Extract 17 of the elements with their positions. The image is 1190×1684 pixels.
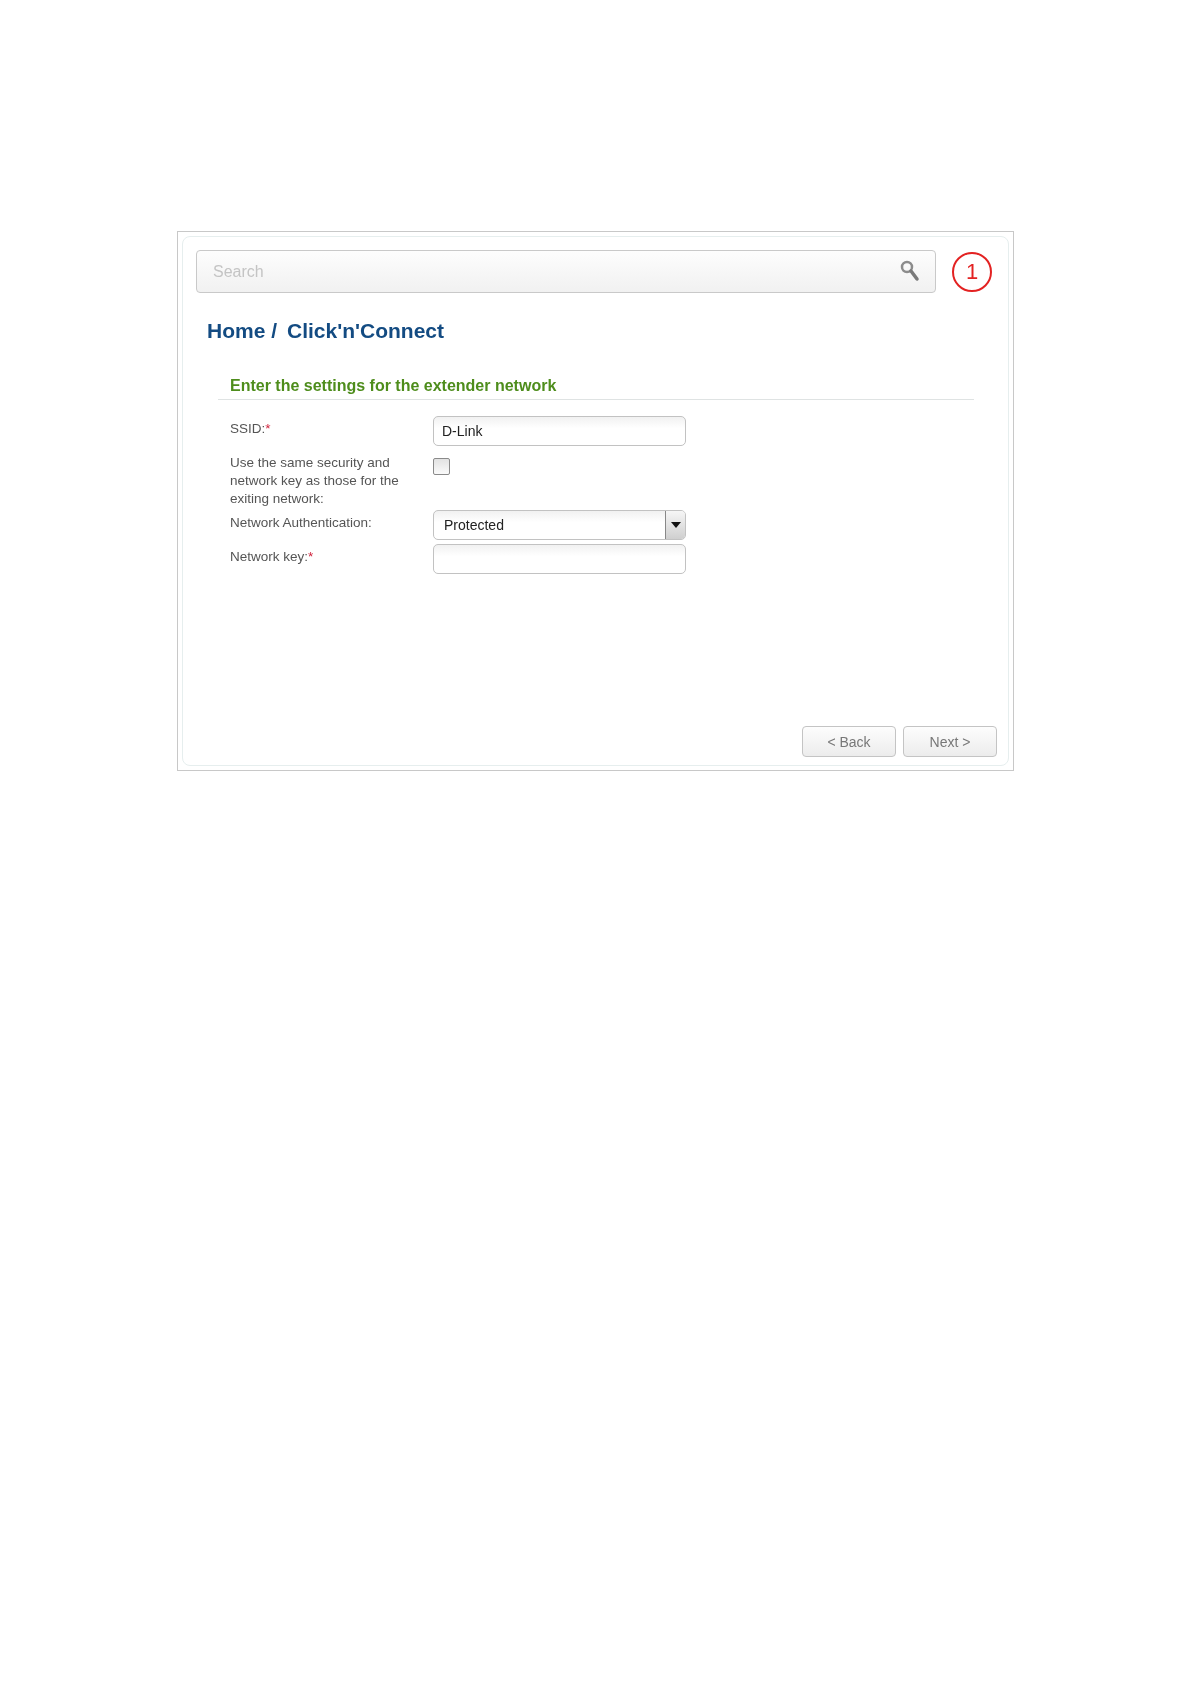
breadcrumb-link[interactable]: Home / bbox=[207, 319, 277, 343]
breadcrumb-link[interactable]: Click'n'Connect bbox=[287, 319, 445, 343]
input-field[interactable]: D-Link bbox=[433, 416, 686, 446]
back-button[interactable]: < Back bbox=[802, 726, 896, 757]
next-button[interactable]: Next > bbox=[903, 726, 997, 757]
field-label: SSID:* bbox=[230, 420, 272, 438]
dropdown-button[interactable] bbox=[665, 511, 685, 539]
field-label: Use the same security and network key as those for the exiting network: bbox=[230, 454, 400, 508]
checkbox[interactable] bbox=[433, 458, 450, 475]
field-label: Network key:* bbox=[230, 548, 315, 566]
section-title: Enter the settings for the extender network bbox=[230, 377, 557, 394]
select-field[interactable]: Protected bbox=[433, 510, 686, 540]
caret-icon bbox=[670, 522, 681, 528]
search-icon bbox=[900, 260, 920, 282]
input-field[interactable] bbox=[433, 544, 686, 574]
field-label: Network Authentication: bbox=[230, 514, 373, 532]
step-callout: 1 bbox=[952, 251, 992, 292]
